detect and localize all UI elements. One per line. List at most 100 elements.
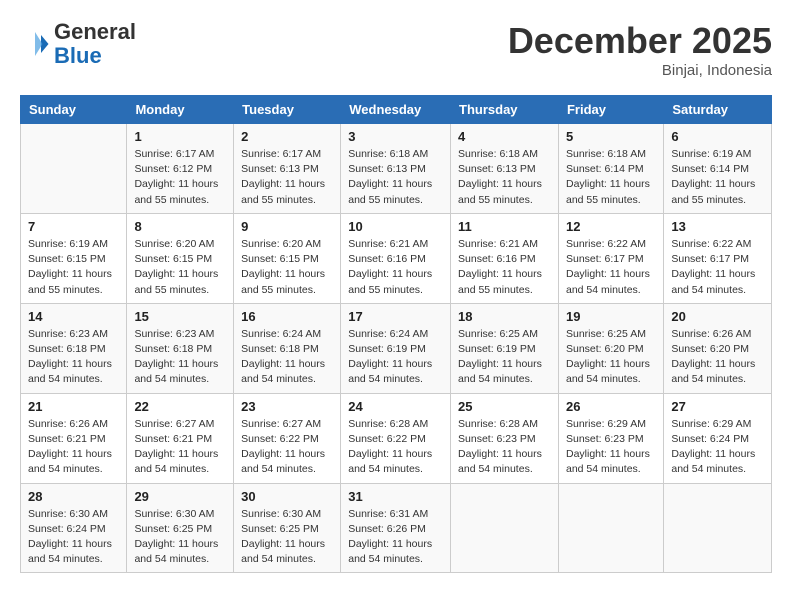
day-number: 3 [348,129,443,144]
calendar-day-cell: 12 Sunrise: 6:22 AMSunset: 6:17 PMDaylig… [558,213,663,303]
calendar-day-cell: 24 Sunrise: 6:28 AMSunset: 6:22 PMDaylig… [341,393,451,483]
day-info: Sunrise: 6:19 AMSunset: 6:14 PMDaylight:… [671,148,755,206]
day-number: 16 [241,309,333,324]
calendar-day-cell: 8 Sunrise: 6:20 AMSunset: 6:15 PMDayligh… [127,213,234,303]
calendar-week-row: 21 Sunrise: 6:26 AMSunset: 6:21 PMDaylig… [21,393,772,483]
day-info: Sunrise: 6:23 AMSunset: 6:18 PMDaylight:… [134,328,218,386]
day-number: 18 [458,309,551,324]
calendar-week-row: 14 Sunrise: 6:23 AMSunset: 6:18 PMDaylig… [21,303,772,393]
calendar-week-row: 1 Sunrise: 6:17 AMSunset: 6:12 PMDayligh… [21,124,772,214]
calendar-day-cell [21,124,127,214]
calendar-day-cell: 2 Sunrise: 6:17 AMSunset: 6:13 PMDayligh… [234,124,341,214]
calendar-day-cell: 16 Sunrise: 6:24 AMSunset: 6:18 PMDaylig… [234,303,341,393]
day-info: Sunrise: 6:20 AMSunset: 6:15 PMDaylight:… [241,238,325,296]
calendar-day-cell: 30 Sunrise: 6:30 AMSunset: 6:25 PMDaylig… [234,483,341,573]
weekday-header-friday: Friday [558,96,663,124]
day-number: 25 [458,399,551,414]
calendar-day-cell: 29 Sunrise: 6:30 AMSunset: 6:25 PMDaylig… [127,483,234,573]
day-info: Sunrise: 6:18 AMSunset: 6:13 PMDaylight:… [458,148,542,206]
day-number: 6 [671,129,764,144]
day-number: 10 [348,219,443,234]
day-info: Sunrise: 6:27 AMSunset: 6:21 PMDaylight:… [134,418,218,476]
calendar-day-cell: 19 Sunrise: 6:25 AMSunset: 6:20 PMDaylig… [558,303,663,393]
day-info: Sunrise: 6:18 AMSunset: 6:13 PMDaylight:… [348,148,432,206]
weekday-header-monday: Monday [127,96,234,124]
day-number: 4 [458,129,551,144]
calendar-day-cell: 28 Sunrise: 6:30 AMSunset: 6:24 PMDaylig… [21,483,127,573]
day-info: Sunrise: 6:25 AMSunset: 6:20 PMDaylight:… [566,328,650,386]
day-info: Sunrise: 6:24 AMSunset: 6:19 PMDaylight:… [348,328,432,386]
day-number: 9 [241,219,333,234]
calendar-day-cell: 14 Sunrise: 6:23 AMSunset: 6:18 PMDaylig… [21,303,127,393]
calendar-day-cell [451,483,559,573]
month-title: December 2025 [508,20,772,62]
day-number: 14 [28,309,119,324]
logo-general-text: General [54,19,136,44]
day-info: Sunrise: 6:22 AMSunset: 6:17 PMDaylight:… [671,238,755,296]
calendar-table: SundayMondayTuesdayWednesdayThursdayFrid… [20,95,772,573]
calendar-day-cell: 15 Sunrise: 6:23 AMSunset: 6:18 PMDaylig… [127,303,234,393]
day-number: 23 [241,399,333,414]
day-info: Sunrise: 6:30 AMSunset: 6:25 PMDaylight:… [134,508,218,566]
day-number: 12 [566,219,656,234]
day-number: 11 [458,219,551,234]
calendar-day-cell: 31 Sunrise: 6:31 AMSunset: 6:26 PMDaylig… [341,483,451,573]
day-number: 26 [566,399,656,414]
day-info: Sunrise: 6:28 AMSunset: 6:23 PMDaylight:… [458,418,542,476]
day-info: Sunrise: 6:21 AMSunset: 6:16 PMDaylight:… [348,238,432,296]
day-info: Sunrise: 6:30 AMSunset: 6:25 PMDaylight:… [241,508,325,566]
calendar-day-cell: 17 Sunrise: 6:24 AMSunset: 6:19 PMDaylig… [341,303,451,393]
day-info: Sunrise: 6:24 AMSunset: 6:18 PMDaylight:… [241,328,325,386]
calendar-day-cell: 7 Sunrise: 6:19 AMSunset: 6:15 PMDayligh… [21,213,127,303]
calendar-day-cell: 11 Sunrise: 6:21 AMSunset: 6:16 PMDaylig… [451,213,559,303]
weekday-header-row: SundayMondayTuesdayWednesdayThursdayFrid… [21,96,772,124]
day-number: 17 [348,309,443,324]
day-number: 7 [28,219,119,234]
day-info: Sunrise: 6:17 AMSunset: 6:13 PMDaylight:… [241,148,325,206]
day-info: Sunrise: 6:28 AMSunset: 6:22 PMDaylight:… [348,418,432,476]
day-number: 20 [671,309,764,324]
day-number: 28 [28,489,119,504]
day-number: 15 [134,309,226,324]
location-text: Binjai, Indonesia [508,62,772,79]
day-number: 30 [241,489,333,504]
weekday-header-sunday: Sunday [21,96,127,124]
day-info: Sunrise: 6:30 AMSunset: 6:24 PMDaylight:… [28,508,112,566]
calendar-day-cell [558,483,663,573]
day-info: Sunrise: 6:26 AMSunset: 6:21 PMDaylight:… [28,418,112,476]
logo-blue-text: Blue [54,43,102,68]
day-number: 19 [566,309,656,324]
day-info: Sunrise: 6:29 AMSunset: 6:23 PMDaylight:… [566,418,650,476]
day-number: 22 [134,399,226,414]
weekday-header-tuesday: Tuesday [234,96,341,124]
calendar-day-cell: 22 Sunrise: 6:27 AMSunset: 6:21 PMDaylig… [127,393,234,483]
day-number: 5 [566,129,656,144]
day-info: Sunrise: 6:29 AMSunset: 6:24 PMDaylight:… [671,418,755,476]
day-info: Sunrise: 6:21 AMSunset: 6:16 PMDaylight:… [458,238,542,296]
calendar-day-cell: 26 Sunrise: 6:29 AMSunset: 6:23 PMDaylig… [558,393,663,483]
title-block: December 2025 Binjai, Indonesia [508,20,772,79]
logo-text: General Blue [54,20,136,68]
day-number: 29 [134,489,226,504]
weekday-header-thursday: Thursday [451,96,559,124]
page-header: General Blue December 2025 Binjai, Indon… [20,20,772,79]
calendar-day-cell: 5 Sunrise: 6:18 AMSunset: 6:14 PMDayligh… [558,124,663,214]
calendar-day-cell: 18 Sunrise: 6:25 AMSunset: 6:19 PMDaylig… [451,303,559,393]
day-number: 1 [134,129,226,144]
day-number: 21 [28,399,119,414]
day-number: 13 [671,219,764,234]
day-info: Sunrise: 6:23 AMSunset: 6:18 PMDaylight:… [28,328,112,386]
calendar-day-cell: 27 Sunrise: 6:29 AMSunset: 6:24 PMDaylig… [664,393,772,483]
calendar-day-cell: 4 Sunrise: 6:18 AMSunset: 6:13 PMDayligh… [451,124,559,214]
day-number: 8 [134,219,226,234]
calendar-week-row: 28 Sunrise: 6:30 AMSunset: 6:24 PMDaylig… [21,483,772,573]
logo: General Blue [20,20,136,68]
calendar-day-cell: 21 Sunrise: 6:26 AMSunset: 6:21 PMDaylig… [21,393,127,483]
calendar-day-cell [664,483,772,573]
day-info: Sunrise: 6:18 AMSunset: 6:14 PMDaylight:… [566,148,650,206]
calendar-day-cell: 10 Sunrise: 6:21 AMSunset: 6:16 PMDaylig… [341,213,451,303]
day-info: Sunrise: 6:31 AMSunset: 6:26 PMDaylight:… [348,508,432,566]
weekday-header-saturday: Saturday [664,96,772,124]
day-number: 27 [671,399,764,414]
day-info: Sunrise: 6:26 AMSunset: 6:20 PMDaylight:… [671,328,755,386]
